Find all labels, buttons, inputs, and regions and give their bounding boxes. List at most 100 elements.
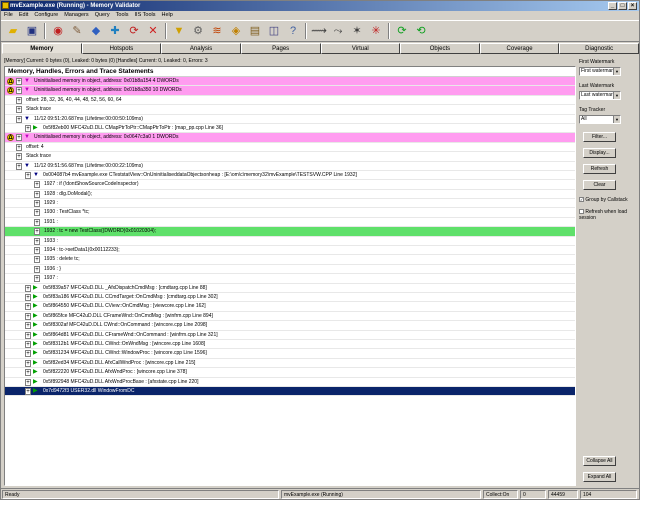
expand-toggle-icon[interactable]: +	[25, 359, 31, 367]
expand-toggle-icon[interactable]: +	[16, 143, 22, 151]
watermark-icon[interactable]: ≋	[208, 22, 226, 40]
tab-diagnostic[interactable]: Diagnostic	[559, 43, 639, 54]
expand-toggle-icon[interactable]: +	[16, 78, 22, 85]
expand-toggle-icon[interactable]: +	[34, 218, 40, 226]
expand-toggle-icon[interactable]: +	[16, 134, 22, 142]
expand-toggle-icon[interactable]: +	[34, 200, 40, 208]
tab-hotspots[interactable]: Hotspots	[81, 43, 162, 54]
expand-toggle-icon[interactable]: +	[34, 265, 40, 273]
restart-icon[interactable]: ⟳	[125, 22, 143, 40]
tree-row[interactable]: +1934 : tc->setData1(0x00112233);	[5, 246, 575, 256]
expand-toggle-icon[interactable]: +	[34, 275, 40, 283]
record-icon[interactable]: ⟿	[310, 22, 328, 40]
tree-row[interactable]: +1928 : dlg.DoModal();	[5, 190, 575, 200]
expand-toggle-icon[interactable]: +	[25, 312, 31, 320]
compare-icon[interactable]: ✳	[367, 22, 385, 40]
expand-toggle-icon[interactable]: +	[34, 228, 40, 236]
tree-row[interactable]: + ▶ 0x5f822220 MFC42uD.DLL AfxWndProc : [w…	[5, 368, 575, 378]
launch-icon[interactable]: ◉	[49, 22, 67, 40]
tab-objects[interactable]: Objects	[400, 43, 480, 54]
expand-toggle-icon[interactable]: +	[25, 350, 31, 358]
open-folder-icon[interactable]: ▰	[4, 22, 22, 40]
expand-toggle-icon[interactable]: +	[25, 322, 31, 330]
tree-row[interactable]: +1935 : delete tc;	[5, 255, 575, 265]
stop-icon[interactable]: ✕	[144, 22, 162, 40]
expand-toggle-icon[interactable]: +	[34, 209, 40, 217]
tree-row[interactable]: +1931 :	[5, 218, 575, 228]
expand-toggle-icon[interactable]: +	[25, 303, 31, 311]
expand-toggle-icon[interactable]: +	[25, 369, 31, 377]
expand-toggle-icon[interactable]: +	[25, 284, 31, 292]
expand-toggle-icon[interactable]: +	[25, 387, 31, 395]
expand-toggle-icon[interactable]: +	[16, 153, 22, 161]
first-watermark-select[interactable]: First watermark ▼	[579, 67, 621, 76]
inject-icon[interactable]: ✎	[68, 22, 86, 40]
menu-managers[interactable]: Managers	[64, 11, 88, 20]
green-refresh-alt-icon[interactable]: ⟲	[412, 22, 430, 40]
tab-virtual[interactable]: Virtual	[320, 43, 401, 54]
expand-toggle-icon[interactable]: +	[25, 378, 31, 386]
monitor-icon[interactable]: ◆	[87, 22, 105, 40]
tab-memory[interactable]: Memory	[2, 43, 82, 54]
expand-toggle-icon[interactable]: +	[25, 171, 31, 179]
expand-toggle-icon[interactable]: +	[34, 181, 40, 189]
expand-toggle-icon[interactable]: +	[16, 96, 22, 104]
tree-row[interactable]: +1929 :	[5, 199, 575, 209]
expand-toggle-icon[interactable]: +	[25, 124, 31, 132]
clear-button[interactable]: Clear	[583, 180, 616, 190]
tree-row[interactable]: + ▶ 0x5f864d81 MFC42uD.DLL CFrameWnd::OnCo…	[5, 331, 575, 340]
play-icon[interactable]: ⤳	[329, 22, 347, 40]
expand-toggle-icon[interactable]: +	[25, 340, 31, 348]
tree-row[interactable]: +1930 : TestClass *tc;	[5, 208, 575, 218]
expand-toggle-icon[interactable]: +	[16, 162, 22, 170]
refresh-when-load-checkbox[interactable]: Refresh when load session	[579, 209, 639, 221]
tree-row[interactable]: +1933 :	[5, 237, 575, 247]
tree-row[interactable]: + ▼ 11/12 09:51:20.687ms (Lifetime:00:00:5…	[5, 115, 575, 124]
tree-row[interactable]: +1937 :	[5, 274, 575, 284]
tree-row[interactable]: + offset: 28, 32, 36, 40, 44, 48, 52, 56,…	[5, 96, 575, 106]
last-watermark-select[interactable]: Last watermark ▼	[579, 91, 621, 100]
tab-analysis[interactable]: Analysis	[161, 43, 241, 54]
tree-row[interactable]: Δ + ▼ Uninitialised memory in object, addre…	[5, 133, 575, 143]
close-button[interactable]: ×	[628, 2, 637, 10]
tree-row[interactable]: + ▶ 0x5f839a57 MFC42uD.DLL _AfxDispatchCmd…	[5, 284, 575, 293]
expand-toggle-icon[interactable]: +	[34, 190, 40, 198]
collapse-all-button[interactable]: Collapse All	[583, 456, 616, 466]
expand-toggle-icon[interactable]: +	[34, 247, 40, 255]
help-icon[interactable]: ?	[284, 22, 302, 40]
filter-icon[interactable]: ▼	[170, 22, 188, 40]
tab-pages[interactable]: Pages	[240, 43, 321, 54]
filter-button[interactable]: Filter...	[583, 132, 616, 142]
tree-row[interactable]: + ▶ 0x7d9472f3 USER32.dll WindowFromDC	[5, 386, 575, 397]
tree-row[interactable]: Δ + ▼ Uninitialised memory in object, addre…	[5, 86, 575, 96]
tag-icon[interactable]: ◈	[227, 22, 245, 40]
clear-icon[interactable]: ▤	[246, 22, 264, 40]
tree-row[interactable]: + Stack trace	[5, 105, 575, 115]
tree-row[interactable]: + ▼ 0x004087b4 mvExample.exe CTeststatView…	[5, 171, 575, 181]
tree-row[interactable]: + ▶ 0x5f864550 MFC42uD.DLL CView::OnCmdMsg…	[5, 302, 575, 312]
maximize-button[interactable]: □	[618, 2, 627, 10]
menu-configure[interactable]: Configure	[34, 11, 58, 20]
tree-row[interactable]: + ▶ 0x5f8312b1 MFC42uD.DLL CWnd::OnWndMsg …	[5, 340, 575, 350]
menu-iis-tools[interactable]: IIS Tools	[135, 11, 156, 20]
tree-row[interactable]: + ▼ 11/12 09:51:56.687ms (Lifetime:00:00:2…	[5, 162, 575, 171]
tree-row[interactable]: + Stack trace	[5, 152, 575, 162]
tree-row[interactable]: +1927 : if (!dontShowSourceCodeInspector…	[5, 180, 575, 190]
refresh-button[interactable]: Refresh	[583, 164, 616, 174]
tree-row[interactable]: +1932 : tc = new TestClass((DWORD)0x0102…	[5, 227, 575, 237]
expand-toggle-icon[interactable]: +	[34, 237, 40, 245]
tag-tracker-select[interactable]: All ▼	[579, 115, 621, 124]
group-by-callstack-checkbox[interactable]: ✓ Group by Callstack	[579, 197, 628, 203]
expand-toggle-icon[interactable]: +	[16, 87, 22, 95]
expand-toggle-icon[interactable]: +	[16, 106, 22, 114]
menu-edit[interactable]: Edit	[19, 11, 28, 20]
tree-row[interactable]: + ▶ 0x5f865fce MFC42uD.DLL CFrameWnd::OnCm…	[5, 312, 575, 322]
menu-tools[interactable]: Tools	[116, 11, 129, 20]
menu-help[interactable]: Help	[162, 11, 173, 20]
expand-toggle-icon[interactable]: +	[34, 256, 40, 264]
settings-icon[interactable]: ⚙	[189, 22, 207, 40]
display-button[interactable]: Display...	[583, 148, 616, 158]
trace-tree-panel[interactable]: Memory, Handles, Errors and Trace Statem…	[4, 66, 576, 486]
tab-coverage[interactable]: Coverage	[479, 43, 560, 54]
tree-row[interactable]: + ▶ 0x5f892948 MFC42uD.DLL AfxWndProcBase …	[5, 378, 575, 387]
